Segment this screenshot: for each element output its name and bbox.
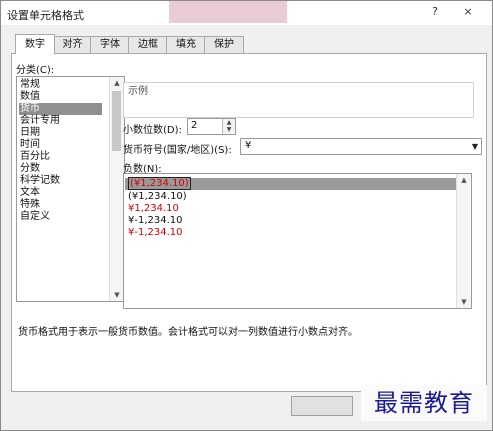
sample-group: 示例 bbox=[123, 82, 474, 118]
category-item-percentage[interactable]: 百分比 bbox=[20, 151, 50, 163]
negative-format-item[interactable]: ¥-1,234.10 bbox=[128, 215, 183, 227]
negative-format-text: (¥1,234.10) bbox=[128, 177, 191, 190]
spinner-buttons[interactable]: ▲ ▼ bbox=[222, 119, 235, 134]
category-item-time[interactable]: 时间 bbox=[20, 139, 40, 151]
negative-format-item[interactable]: (¥1,234.10) bbox=[125, 177, 460, 190]
category-item-accounting[interactable]: 会计专用 bbox=[20, 115, 60, 127]
tab-alignment[interactable]: 对齐 bbox=[53, 36, 92, 53]
category-item-date[interactable]: 日期 bbox=[20, 127, 40, 139]
tab-fill[interactable]: 填充 bbox=[166, 36, 206, 53]
number-tab-panel: 分类(C): 常规 数值 货币 会计专用 日期 时间 百分比 分数 科学记数 文… bbox=[11, 53, 487, 392]
scroll-down-arrow-icon[interactable]: ▼ bbox=[110, 289, 124, 301]
spin-up-icon[interactable]: ▲ bbox=[223, 119, 235, 126]
sample-label: 示例 bbox=[128, 86, 148, 97]
dialog-title: 设置单元格格式 bbox=[7, 9, 84, 22]
currency-symbol-label: 货币符号(国家/地区)(S): bbox=[123, 145, 232, 156]
category-item-text[interactable]: 文本 bbox=[20, 187, 40, 199]
scroll-thumb[interactable] bbox=[112, 91, 121, 151]
decimal-places-spinner[interactable]: 2 ▲ ▼ bbox=[187, 118, 236, 135]
category-item-general[interactable]: 常规 bbox=[20, 79, 40, 91]
watermark-logo: 最需教育 bbox=[361, 385, 487, 421]
category-label: 分类(C): bbox=[16, 65, 55, 76]
currency-symbol-dropdown[interactable]: ¥ ▼ bbox=[240, 138, 482, 155]
category-item-scientific[interactable]: 科学记数 bbox=[20, 175, 60, 187]
scroll-up-arrow-icon[interactable]: ▲ bbox=[110, 77, 124, 89]
scroll-down-arrow-icon[interactable]: ▼ bbox=[457, 296, 471, 308]
negative-format-item[interactable]: ¥-1,234.10 bbox=[128, 227, 183, 239]
title-blur bbox=[169, 1, 287, 23]
scroll-up-arrow-icon[interactable]: ▲ bbox=[457, 174, 471, 186]
negative-format-item[interactable]: ¥1,234.10 bbox=[128, 203, 179, 215]
category-item-special[interactable]: 特殊 bbox=[20, 199, 40, 211]
category-item-number[interactable]: 数值 bbox=[20, 91, 40, 103]
tab-protection[interactable]: 保护 bbox=[204, 36, 244, 53]
negative-list-scrollbar[interactable]: ▲ ▼ bbox=[456, 174, 471, 308]
category-item-custom[interactable]: 自定义 bbox=[20, 211, 50, 223]
tab-number[interactable]: 数字 bbox=[15, 34, 55, 54]
format-description: 货币格式用于表示一般货币数值。会计格式可以对一列数值进行小数点对齐。 bbox=[18, 327, 358, 338]
help-button[interactable]: ? bbox=[426, 4, 444, 20]
decimal-places-value[interactable]: 2 bbox=[191, 120, 197, 131]
close-button[interactable]: × bbox=[459, 4, 477, 20]
tab-border[interactable]: 边框 bbox=[128, 36, 168, 53]
title-bar: 设置单元格格式 ? × bbox=[1, 1, 492, 25]
category-list[interactable]: 常规 数值 货币 会计专用 日期 时间 百分比 分数 科学记数 文本 特殊 自定… bbox=[16, 76, 125, 302]
negative-numbers-list[interactable]: (¥1,234.10) (¥1,234.10) ¥1,234.10 ¥-1,23… bbox=[123, 173, 472, 309]
currency-symbol-value: ¥ bbox=[245, 140, 252, 151]
format-cells-dialog: 设置单元格格式 ? × 数字 对齐 字体 边框 填充 保护 分类(C): 常规 … bbox=[0, 0, 493, 431]
decimal-places-label: 小数位数(D): bbox=[123, 125, 182, 136]
spin-down-icon[interactable]: ▼ bbox=[223, 126, 235, 133]
tab-font[interactable]: 字体 bbox=[90, 36, 130, 53]
category-item-currency[interactable]: 货币 bbox=[19, 103, 102, 115]
negative-format-item[interactable]: (¥1,234.10) bbox=[128, 191, 187, 203]
dropdown-arrow-icon[interactable]: ▼ bbox=[469, 139, 481, 154]
ok-button[interactable] bbox=[291, 396, 353, 416]
category-item-fraction[interactable]: 分数 bbox=[20, 163, 40, 175]
category-scrollbar[interactable]: ▲ ▼ bbox=[109, 77, 124, 301]
